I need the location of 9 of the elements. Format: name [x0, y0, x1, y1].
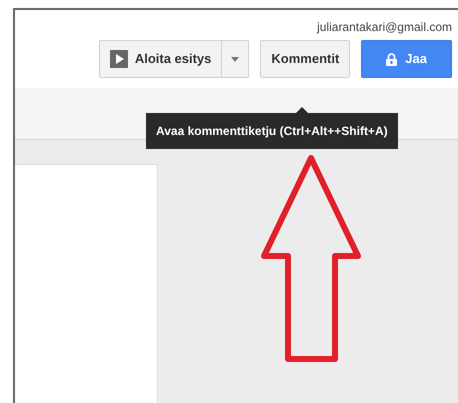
tooltip: Avaa kommenttiketju (Ctrl+Alt++Shift+A)	[146, 113, 398, 149]
lock-icon	[386, 52, 398, 66]
start-presentation-button[interactable]: Aloita esitys	[98, 40, 222, 78]
caret-icon	[231, 56, 240, 62]
play-icon	[110, 50, 128, 68]
account-email: juliarantakari@gmail.com	[317, 19, 452, 36]
dropdown-button[interactable]	[222, 40, 250, 78]
slide-thumbnail[interactable]	[15, 164, 158, 403]
comments-button[interactable]: Kommentit	[260, 40, 350, 78]
